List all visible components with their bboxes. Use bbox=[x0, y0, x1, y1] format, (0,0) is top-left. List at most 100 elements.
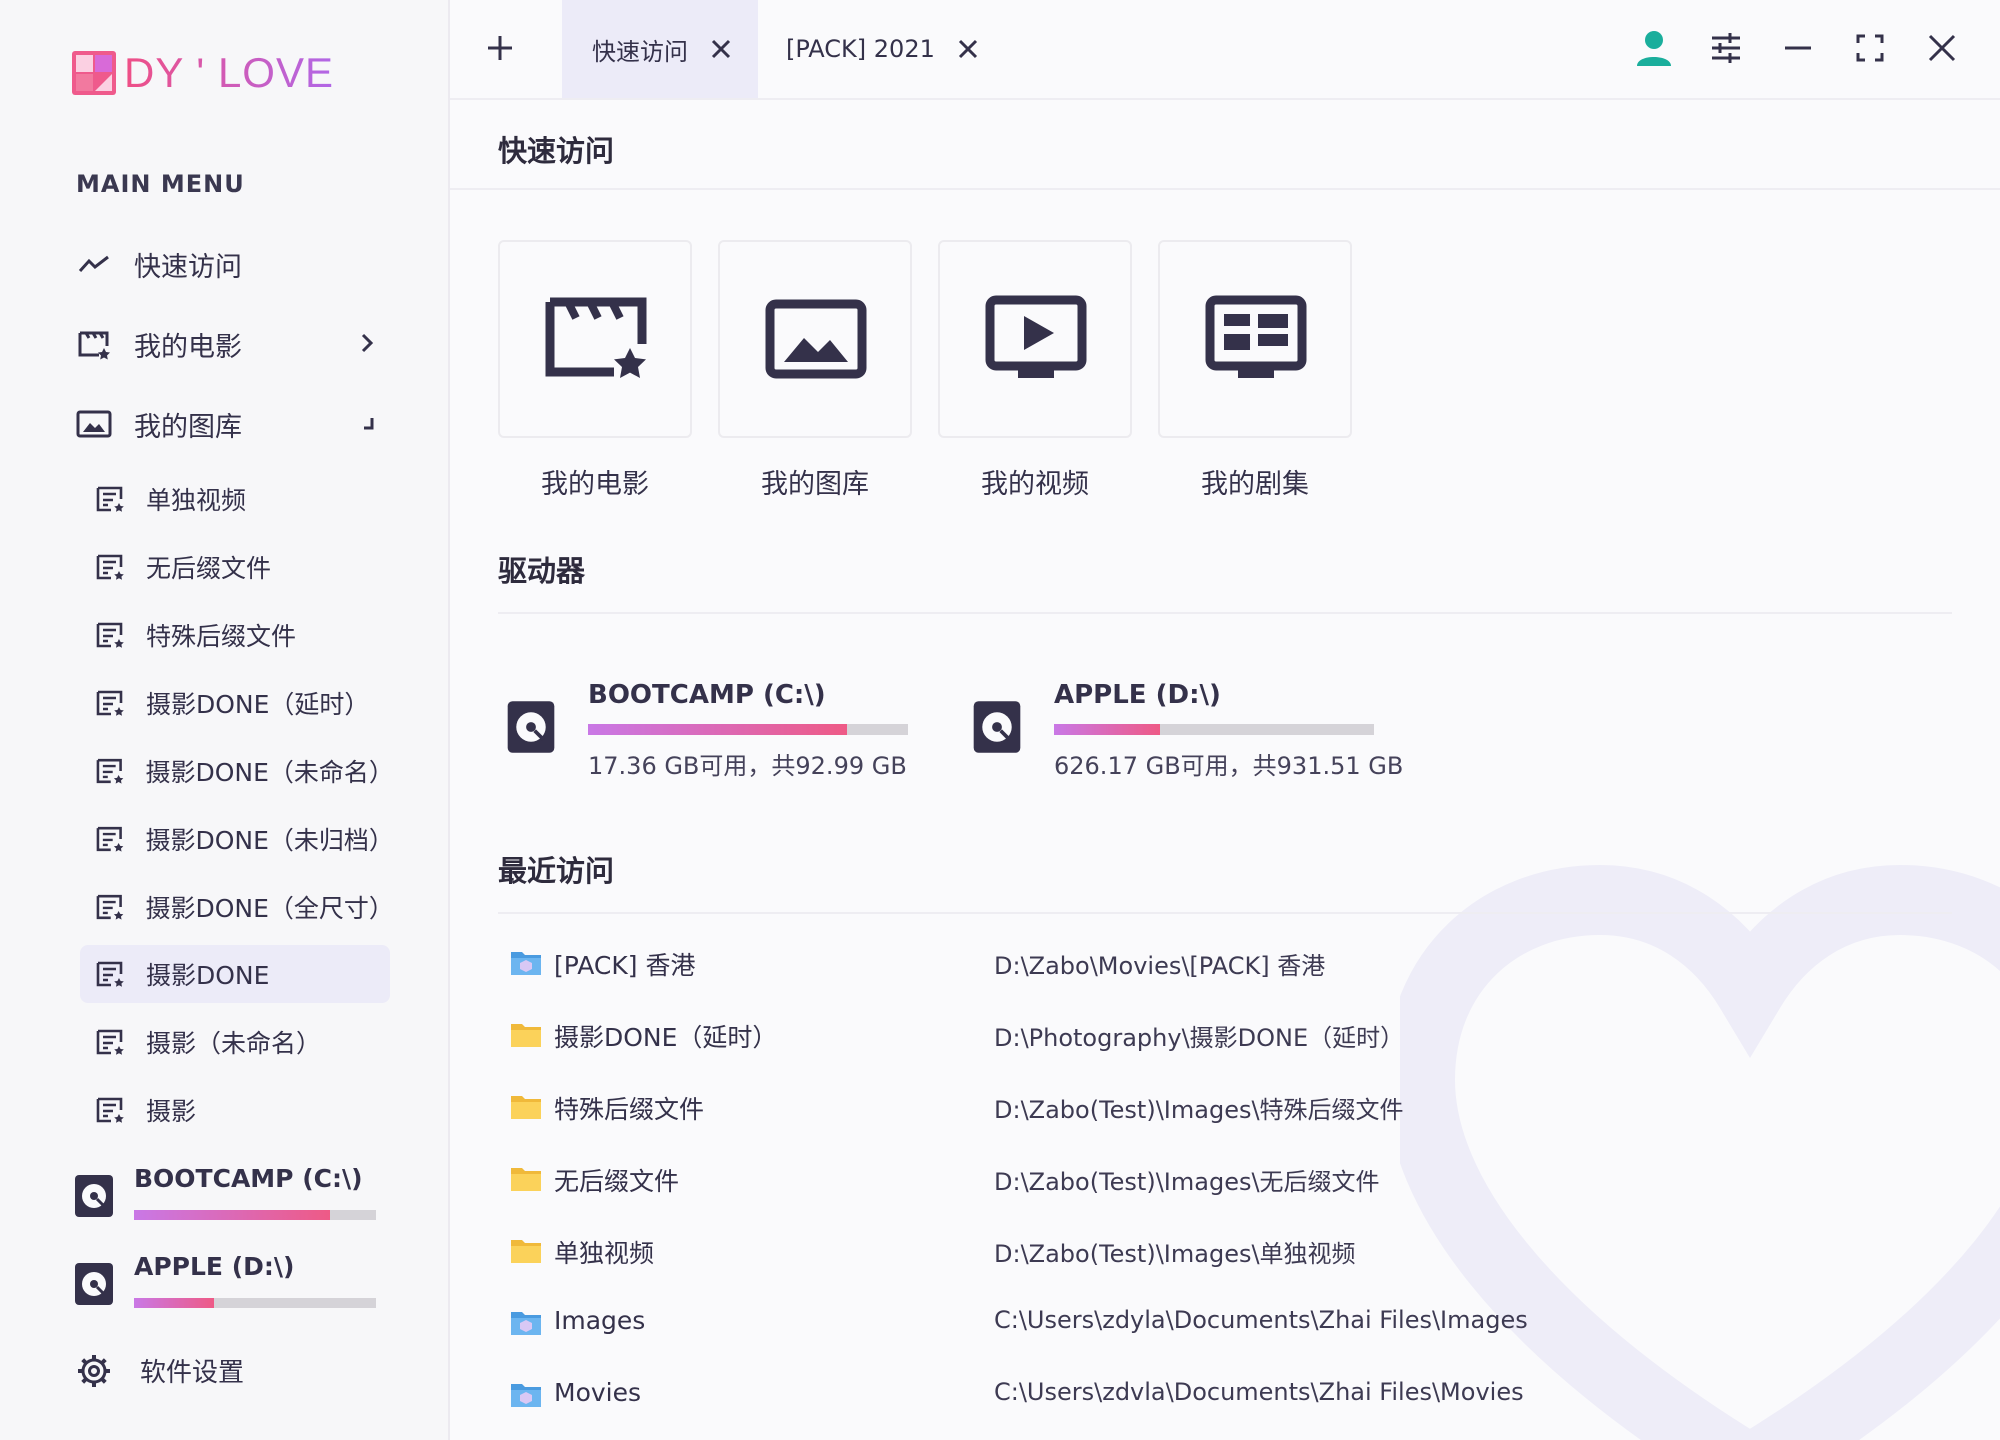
drives-title: 驱动器 bbox=[498, 554, 586, 588]
sub-item-label: 摄影DONE（全尺寸） bbox=[145, 894, 394, 923]
sidebar-drive-d[interactable]: APPLE (D:\) bbox=[74, 1252, 376, 1318]
recent-row[interactable]: 特殊后缀文件 D:\Zabo(Test)\Images\特殊后缀文件 bbox=[510, 1082, 1910, 1132]
recent-row[interactable]: [PACK] 香港 D:\Zabo\Movies\[PACK] 香港 bbox=[510, 938, 1910, 988]
sub-item-label: 无后缀文件 bbox=[146, 554, 272, 583]
quick-card-gallery[interactable] bbox=[718, 240, 912, 438]
recent-name: 无后缀文件 bbox=[554, 1167, 680, 1196]
drive-free-space: 626.17 GB可用，共931.51 GB bbox=[1054, 752, 1404, 780]
sidebar-sub-item[interactable]: 摄影DONE（延时） bbox=[80, 674, 390, 732]
drive-usage-bar bbox=[134, 1210, 376, 1220]
recent-name: 摄影DONE（延时） bbox=[554, 1023, 778, 1052]
drive-usage-bar bbox=[1054, 724, 1374, 735]
quick-access-title: 快速访问 bbox=[498, 134, 615, 168]
folder-icon bbox=[511, 1168, 541, 1191]
nav-item-label: 我的电影 bbox=[134, 331, 242, 363]
close-tab-icon[interactable] bbox=[955, 36, 981, 62]
folder-icon bbox=[511, 1240, 541, 1263]
sub-item-label: 摄影DONE（未命名） bbox=[145, 758, 394, 787]
recent-path: C:\Users\zdvla\Documents\Zhai Files\Movi… bbox=[994, 1378, 1524, 1406]
nav-item-label: 我的图库 bbox=[134, 411, 242, 443]
sub-item-label: 单独视频 bbox=[146, 486, 247, 515]
recent-path: D:\Photography\摄影DONE（延时） bbox=[994, 1024, 1405, 1052]
quick-card-series[interactable] bbox=[1158, 240, 1352, 438]
logo-text: DY ' LOVE bbox=[124, 49, 334, 96]
sidebar-sub-item[interactable]: 摄影（未命名） bbox=[80, 1013, 390, 1071]
app-logo: DY ' LOVE bbox=[72, 48, 334, 98]
sidebar-sub-item[interactable]: 单独视频 bbox=[80, 470, 390, 528]
image-icon bbox=[765, 299, 867, 379]
drive-usage-bar bbox=[134, 1298, 376, 1308]
close-tab-icon[interactable] bbox=[708, 36, 734, 62]
recent-name: 特殊后缀文件 bbox=[554, 1095, 705, 1124]
nav-item-gallery[interactable]: 我的图库 bbox=[76, 396, 376, 452]
folder-list-icon bbox=[96, 690, 124, 716]
folder-list-icon bbox=[96, 622, 124, 648]
sidebar-sub-item-active[interactable]: 摄影DONE bbox=[80, 945, 390, 1003]
sliders-icon[interactable] bbox=[1706, 28, 1746, 68]
folder-list-icon bbox=[96, 1029, 124, 1055]
chevron-right-icon bbox=[361, 333, 374, 353]
sidebar-sub-item[interactable]: 摄影DONE（全尺寸） bbox=[80, 878, 394, 936]
tab-bar: 快速访问 [PACK] 2021 bbox=[450, 0, 2000, 100]
maximize-icon[interactable] bbox=[1850, 28, 1890, 68]
recent-row[interactable]: 摄影DONE（延时） D:\Photography\摄影DONE（延时） bbox=[510, 1010, 1910, 1060]
nav-item-label: 快速访问 bbox=[134, 251, 242, 283]
recent-path: D:\Zabo\Movies\[PACK] 香港 bbox=[994, 952, 1326, 980]
recent-title: 最近访问 bbox=[498, 854, 615, 888]
sidebar-sub-item[interactable]: 摄影 bbox=[80, 1081, 390, 1139]
drive-usage-fill bbox=[134, 1210, 331, 1220]
folder-icon bbox=[511, 1096, 541, 1119]
drive-c[interactable]: BOOTCAMP (C:\) 17.36 GB可用，共92.99 GB bbox=[506, 680, 908, 790]
sidebar-drive-c[interactable]: BOOTCAMP (C:\) bbox=[74, 1164, 376, 1230]
quick-card-label: 我的电影 bbox=[541, 469, 649, 500]
folder-list-icon bbox=[96, 486, 124, 512]
nav-item-quick-access[interactable]: 快速访问 bbox=[76, 236, 242, 292]
disk-drive-icon bbox=[973, 701, 1021, 753]
expanded-corner-icon bbox=[364, 418, 374, 430]
recent-row[interactable]: Images C:\Users\zdyla\Documents\Zhai Fil… bbox=[510, 1298, 1910, 1348]
drive-name: BOOTCAMP (C:\) bbox=[134, 1164, 363, 1193]
folder-icon bbox=[511, 1024, 541, 1047]
gallery-icon bbox=[76, 406, 112, 442]
user-avatar-icon[interactable] bbox=[1634, 28, 1674, 68]
sidebar-sub-item[interactable]: 特殊后缀文件 bbox=[80, 606, 390, 664]
disk-drive-icon bbox=[75, 1175, 113, 1217]
close-window-icon[interactable] bbox=[1922, 28, 1962, 68]
recent-path: C:\Users\zdyla\Documents\Zhai Files\Imag… bbox=[994, 1306, 1528, 1334]
tab-pack-2021[interactable]: [PACK] 2021 bbox=[786, 0, 981, 98]
quick-card-videos[interactable] bbox=[938, 240, 1132, 438]
settings-button[interactable]: 软件设置 bbox=[76, 1352, 244, 1389]
recent-name: Movies bbox=[554, 1378, 642, 1407]
nav-item-movies[interactable]: 我的电影 bbox=[76, 316, 376, 372]
recent-row[interactable]: 单独视频 D:\Zabo(Test)\Images\单独视频 bbox=[510, 1226, 1910, 1276]
sidebar-sub-item[interactable]: 无后缀文件 bbox=[80, 538, 390, 596]
movie-icon bbox=[76, 326, 112, 362]
tab-quick-access[interactable]: 快速访问 bbox=[562, 0, 758, 98]
tv-series-icon bbox=[1205, 295, 1307, 378]
sidebar-sub-item[interactable]: 摄影DONE（未命名） bbox=[80, 742, 394, 800]
recent-name: 单独视频 bbox=[554, 1239, 655, 1268]
video-icon bbox=[985, 295, 1087, 378]
add-tab-button[interactable] bbox=[480, 28, 520, 68]
drive-usage-bar bbox=[588, 724, 908, 735]
sidebar-sub-item[interactable]: 摄影DONE（未归档） bbox=[80, 810, 394, 868]
folder-list-icon bbox=[96, 758, 124, 784]
sub-item-label: 摄影DONE bbox=[146, 961, 270, 990]
recent-row[interactable]: Movies C:\Users\zdvla\Documents\Zhai Fil… bbox=[510, 1370, 1910, 1420]
minimize-icon[interactable] bbox=[1778, 28, 1818, 68]
recent-name: [PACK] 香港 bbox=[554, 951, 696, 980]
sub-item-label: 特殊后缀文件 bbox=[146, 622, 297, 651]
sidebar: DY ' LOVE MAIN MENU 快速访问 我的电影 我的图库 单独视频 … bbox=[0, 0, 450, 1440]
drive-usage-fill bbox=[588, 724, 848, 735]
drive-d[interactable]: APPLE (D:\) 626.17 GB可用，共931.51 GB bbox=[972, 680, 1403, 790]
pack-folder-icon bbox=[511, 952, 541, 975]
quick-card-movies[interactable] bbox=[498, 240, 692, 438]
sub-item-label: 摄影 bbox=[146, 1097, 197, 1126]
gear-icon bbox=[78, 1354, 110, 1387]
main-menu-title: MAIN MENU bbox=[76, 170, 245, 198]
drive-usage-fill bbox=[134, 1298, 214, 1308]
divider bbox=[498, 612, 1952, 614]
logo-icon bbox=[72, 51, 116, 95]
tab-label: [PACK] 2021 bbox=[786, 35, 935, 63]
recent-row[interactable]: 无后缀文件 D:\Zabo(Test)\Images\无后缀文件 bbox=[510, 1154, 1910, 1204]
